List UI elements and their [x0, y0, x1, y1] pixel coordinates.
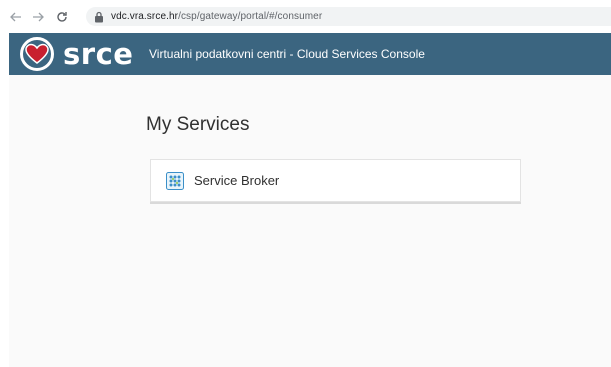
- service-broker-icon: [166, 171, 184, 190]
- main-content: My Services Service Broker: [9, 75, 611, 367]
- forward-arrow-icon[interactable]: [30, 9, 46, 25]
- reload-icon[interactable]: [54, 9, 70, 25]
- header-title: Virtualni podatkovni centri - Cloud Serv…: [149, 47, 425, 61]
- address-bar[interactable]: vdc.vra.srce.hr/csp/gateway/portal/#/con…: [86, 7, 611, 26]
- page-title: My Services: [146, 114, 250, 135]
- browser-toolbar: vdc.vra.srce.hr/csp/gateway/portal/#/con…: [0, 0, 611, 33]
- lock-icon: [95, 11, 103, 22]
- url-path: /csp/gateway/portal/#/consumer: [178, 11, 323, 22]
- logo-wordmark[interactable]: srce: [63, 36, 133, 72]
- url-host: vdc.vra.srce.hr: [111, 11, 179, 22]
- service-card-service-broker[interactable]: Service Broker: [150, 159, 521, 202]
- service-card-label: Service Broker: [194, 173, 280, 188]
- url-text: vdc.vra.srce.hr/csp/gateway/portal/#/con…: [111, 11, 322, 22]
- srce-logo-icon[interactable]: [17, 36, 57, 72]
- back-arrow-icon[interactable]: [8, 9, 24, 25]
- app-header: srce Virtualni podatkovni centri - Cloud…: [9, 33, 611, 75]
